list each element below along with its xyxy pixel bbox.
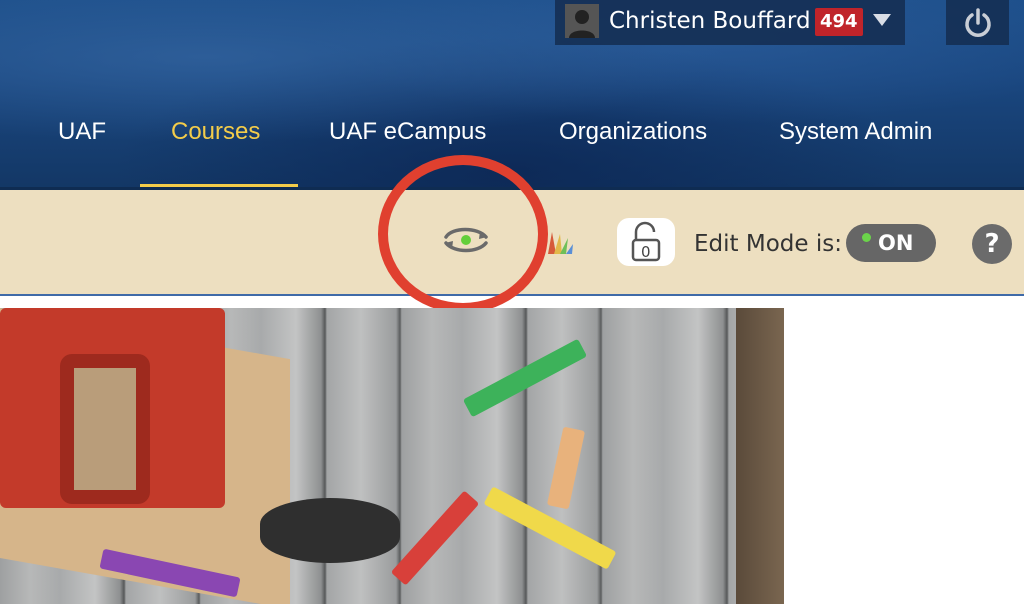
nav-item-uaf[interactable]: UAF bbox=[58, 118, 106, 146]
guest-access-lock-button[interactable]: 0 bbox=[617, 218, 675, 266]
user-silhouette-icon bbox=[565, 4, 599, 38]
user-menu[interactable]: Christen Bouffard 494 bbox=[555, 0, 905, 45]
orange-pencil bbox=[546, 426, 586, 510]
course-banner-image bbox=[0, 308, 784, 604]
lock-count: 0 bbox=[641, 243, 651, 261]
avatar[interactable] bbox=[565, 4, 599, 38]
theme-button[interactable] bbox=[546, 228, 574, 256]
red-block-window bbox=[60, 354, 150, 504]
site-header: Christen Bouffard 494 UAF Courses UAF eC… bbox=[0, 0, 1024, 190]
edit-mode-toggle[interactable]: ON bbox=[846, 224, 936, 262]
power-icon bbox=[965, 8, 991, 37]
highlight-annotation-circle bbox=[378, 155, 548, 313]
stamp-base bbox=[260, 498, 400, 563]
help-icon: ? bbox=[984, 229, 1000, 259]
status-dot bbox=[862, 233, 871, 242]
logout-button[interactable] bbox=[946, 0, 1009, 45]
red-block bbox=[0, 308, 225, 508]
chevron-down-icon[interactable] bbox=[873, 14, 891, 26]
red-pencil bbox=[390, 490, 480, 586]
nav-item-system-admin[interactable]: System Admin bbox=[779, 118, 932, 146]
notification-badge[interactable]: 494 bbox=[815, 8, 863, 36]
nav-item-uaf-ecampus[interactable]: UAF eCampus bbox=[329, 118, 486, 146]
wood-edge bbox=[736, 308, 784, 604]
nav-item-courses[interactable]: Courses bbox=[171, 118, 260, 146]
edit-mode-label: Edit Mode is: bbox=[694, 231, 842, 257]
nav-item-organizations[interactable]: Organizations bbox=[559, 118, 707, 146]
color-palette-icon bbox=[548, 232, 573, 254]
green-pencil bbox=[462, 338, 588, 418]
edit-mode-value: ON bbox=[878, 231, 914, 255]
help-button[interactable]: ? bbox=[972, 224, 1012, 264]
user-name[interactable]: Christen Bouffard bbox=[609, 8, 811, 34]
